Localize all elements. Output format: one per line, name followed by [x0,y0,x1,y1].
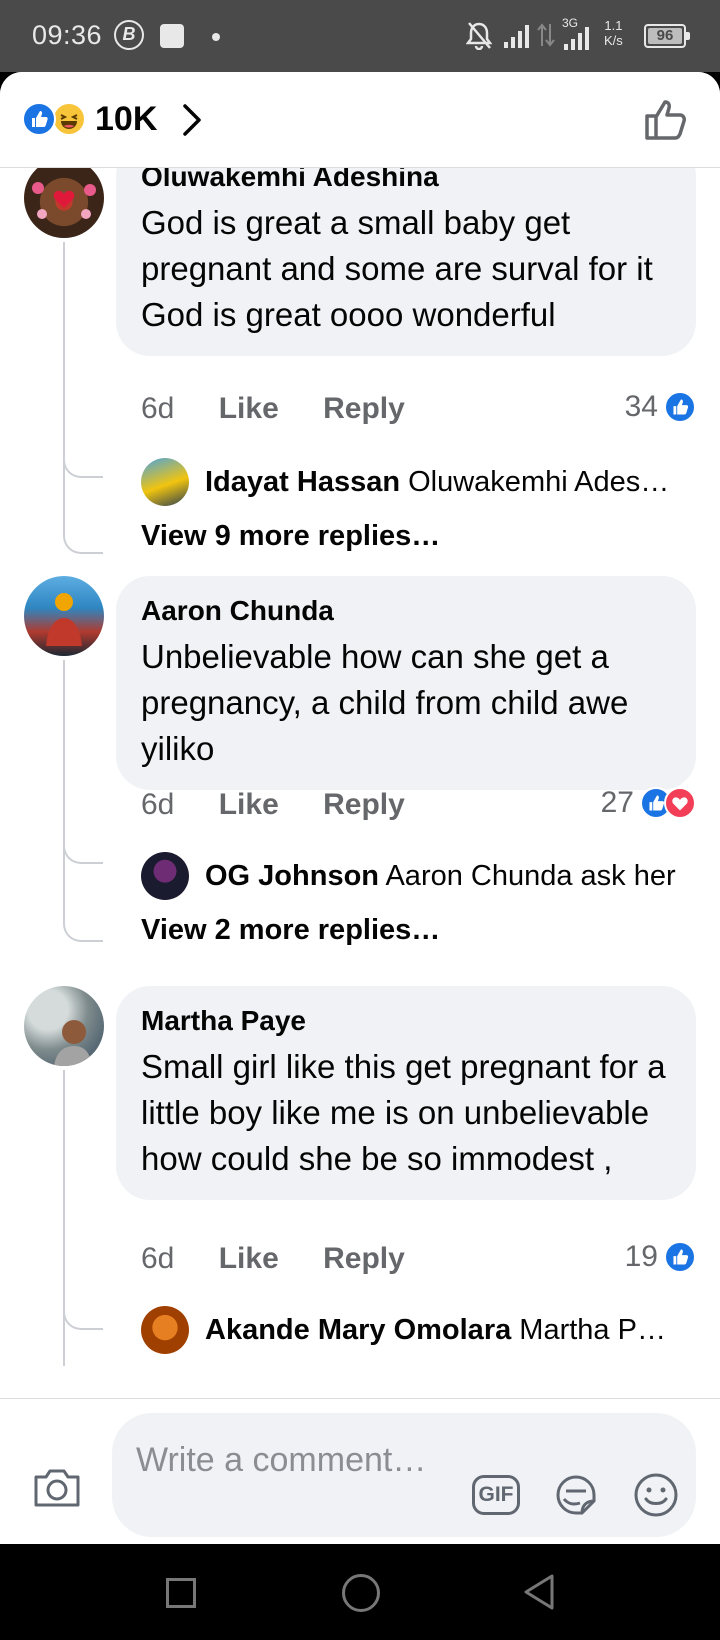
sticker-icon[interactable] [552,1471,600,1524]
reply-button[interactable]: Reply [323,1242,405,1275]
comment-age: 6d [141,1242,175,1275]
comment-reaction-count: 34 [624,390,658,423]
reply-line: OG Johnson Aaron Chunda ask her [205,860,701,893]
reply-connector [63,842,103,864]
like-reaction-icon [664,1241,696,1273]
back-button[interactable] [522,1572,556,1617]
reply-preview[interactable]: Idayat Hassan Oluwakemhi Ades… [141,458,701,506]
reply-text: Martha P… [519,1314,666,1346]
reply-connector [63,1308,103,1330]
chevron-right-icon[interactable] [180,102,204,143]
thread-connector [63,920,103,942]
comment-thread: Oluwakemhi Adeshina God is great a small… [0,168,720,568]
comment-reaction-summary[interactable]: 34 [625,390,696,424]
reply-avatar[interactable] [141,458,189,506]
reply-button[interactable]: Reply [323,788,405,821]
comment-age: 6d [141,788,175,821]
view-more-replies-link[interactable]: View 9 more replies… [141,520,440,553]
comment-list[interactable]: Oluwakemhi Adeshina God is great a small… [0,168,720,1398]
comment-author[interactable]: Oluwakemhi Adeshina [141,168,672,194]
reaction-count: 10K [95,100,158,138]
avatar[interactable] [24,168,104,238]
battery-level: 96 [648,28,682,44]
emoji-icon[interactable] [632,1471,680,1524]
like-button[interactable]: Like [219,392,279,425]
reply-line: Akande Mary Omolara Martha P… [205,1314,701,1347]
signal-strength-icon [502,20,534,55]
mute-bell-icon [465,20,493,55]
reply-text: Aaron Chunda ask her [385,860,676,892]
comment-input[interactable]: Write a comment… GIF [112,1413,696,1537]
comment-reaction-count: 27 [600,786,634,819]
like-button[interactable]: Like [219,788,279,821]
thread-line [63,660,65,922]
recent-apps-button[interactable] [166,1578,196,1608]
comment-bubble[interactable]: Martha Paye Small girl like this get pre… [116,986,696,1200]
comment-author[interactable]: Martha Paye [141,1004,672,1038]
comment-actions: 6d Like Reply [141,392,441,426]
comment-author[interactable]: Aaron Chunda [141,594,672,628]
reply-author[interactable]: Akande Mary Omolara [205,1314,511,1346]
comment-composer: Write a comment… GIF [0,1398,720,1544]
comment-placeholder[interactable]: Write a comment… [136,1439,436,1481]
comment-bubble[interactable]: Aaron Chunda Unbelievable how can she ge… [116,576,696,790]
thread-line [63,242,65,532]
camera-icon[interactable] [32,1465,82,1514]
thread-line [63,1070,65,1366]
network-speed: 1.1 K/s [604,18,623,48]
battery-icon: 96 [644,24,690,48]
reply-author[interactable]: Idayat Hassan [205,466,400,498]
system-navigation-bar [0,1544,720,1640]
reply-avatar[interactable] [141,1306,189,1354]
comment-age: 6d [141,392,175,425]
comment-text: Small girl like this get pregnant for a … [141,1048,666,1177]
reply-preview[interactable]: Akande Mary Omolara Martha P… [141,1306,701,1354]
comment-thread: Martha Paye Small girl like this get pre… [0,986,720,1398]
comment-reaction-summary[interactable]: 19 [625,1240,696,1274]
comment-bubble[interactable]: Oluwakemhi Adeshina God is great a small… [116,168,696,356]
reply-button[interactable]: Reply [323,392,405,425]
reactions-header[interactable]: 10K [0,72,720,168]
thread-connector [63,532,103,554]
love-reaction-icon [664,787,696,819]
gif-button[interactable]: GIF [472,1475,520,1515]
view-more-replies-link[interactable]: View 2 more replies… [141,914,440,947]
comment-actions: 6d Like Reply [141,1242,441,1276]
like-button[interactable]: Like [219,1242,279,1275]
haha-reaction-icon [52,102,86,136]
reply-line: Idayat Hassan Oluwakemhi Ades… [205,466,701,499]
comment-reaction-count: 19 [624,1240,658,1273]
comments-sheet: 10K Oluwakemhi Adeshina God is great a s… [0,72,720,1544]
reply-text: Oluwakemhi Ades… [408,466,670,498]
like-reaction-icon [664,391,696,423]
comment-text: God is great a small baby get pregnant a… [141,204,653,333]
b-app-icon: B [114,20,144,50]
comment-thread: Aaron Chunda Unbelievable how can she ge… [0,576,720,966]
app-notification-icon [160,24,184,48]
reply-avatar[interactable] [141,852,189,900]
reply-author[interactable]: OG Johnson [205,860,379,892]
reply-connector [63,456,103,478]
signal-strength-3g-icon [562,20,596,57]
avatar[interactable] [24,986,104,1066]
comment-reaction-summary[interactable]: 27 [601,786,696,820]
avatar[interactable] [24,576,104,656]
data-transfer-icon [536,20,556,55]
like-reaction-icon [22,102,56,136]
home-button[interactable] [342,1574,380,1612]
like-post-button[interactable] [643,96,689,147]
status-bar: 09:36 B 3G 1.1 K/s 96 [0,0,720,72]
comment-actions: 6d Like Reply [141,788,441,822]
reply-preview[interactable]: OG Johnson Aaron Chunda ask her [141,852,701,900]
status-time: 09:36 [32,20,103,50]
more-notifications-dot [212,33,220,41]
comment-text: Unbelievable how can she get a pregnancy… [141,638,629,767]
